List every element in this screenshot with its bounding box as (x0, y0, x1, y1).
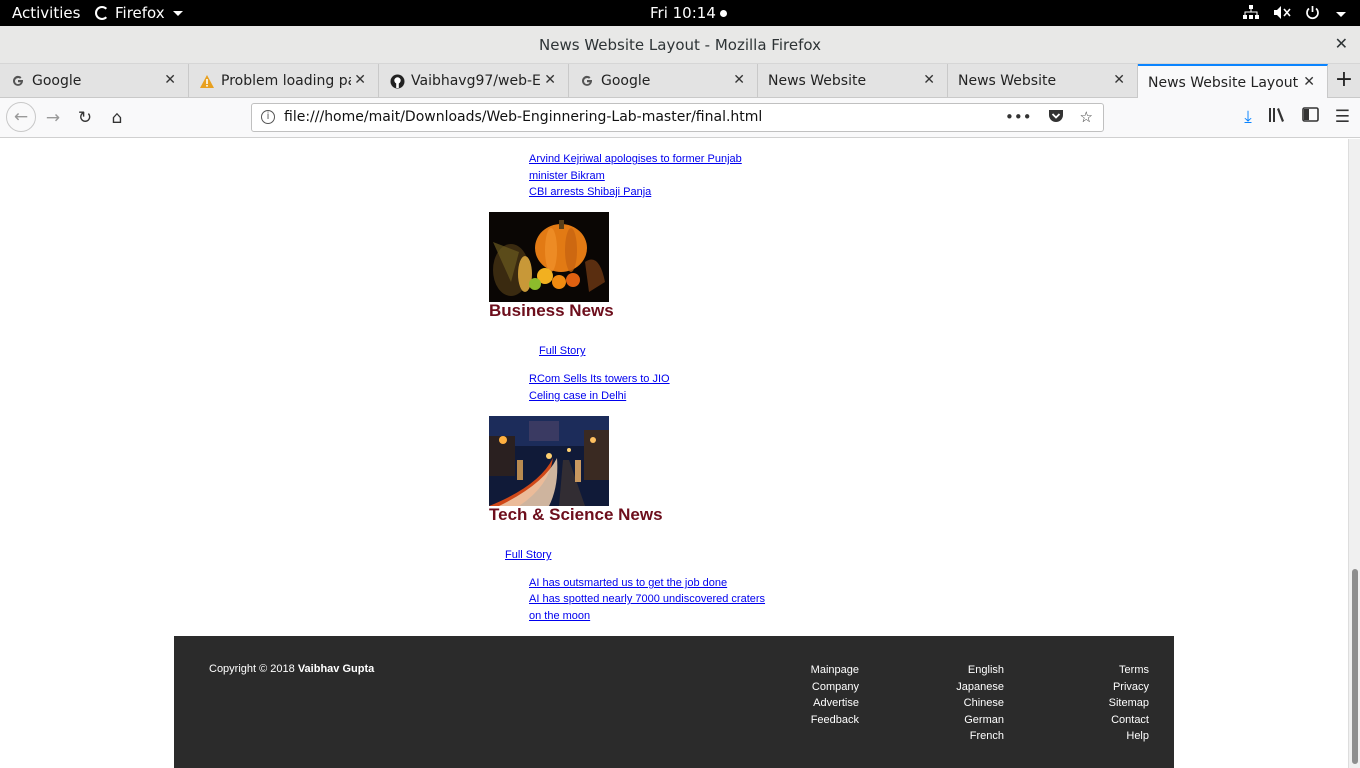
window-title: News Website Layout - Mozilla Firefox (539, 36, 821, 54)
hamburger-menu-icon[interactable]: ☰ (1335, 107, 1350, 128)
close-icon[interactable]: ✕ (354, 72, 366, 88)
tab-problem-loading[interactable]: Problem loading pag ✕ (189, 64, 379, 98)
clock[interactable]: Fri 10:14 (650, 4, 727, 22)
page-actions-icon[interactable]: ••• (1005, 108, 1032, 127)
google-icon (579, 73, 595, 89)
tech-full-story-link[interactable]: Full Story (505, 549, 551, 561)
vertical-scrollbar[interactable] (1348, 139, 1360, 768)
page-footer: Copyright © 2018 Vaibhav Gupta Mainpage … (174, 636, 1174, 768)
footer-link-contact[interactable]: Contact (1089, 712, 1149, 729)
close-icon[interactable]: ✕ (1113, 72, 1125, 88)
sidebar-icon[interactable] (1301, 107, 1319, 128)
url-text[interactable]: file:///home/mait/Downloads/Web-Enginner… (284, 109, 762, 125)
library-icon[interactable] (1268, 107, 1286, 128)
footer-link-mainpage[interactable]: Mainpage (794, 662, 859, 679)
close-icon[interactable]: ✕ (544, 72, 556, 88)
news-link[interactable]: CBI arrests Shibaji Panja (529, 186, 651, 198)
close-icon[interactable]: ✕ (733, 72, 745, 88)
footer-link-sitemap[interactable]: Sitemap (1089, 695, 1149, 712)
info-icon[interactable]: i (261, 110, 275, 124)
home-button[interactable]: ⌂ (105, 106, 129, 130)
notification-dot-icon (719, 9, 727, 17)
close-icon[interactable]: ✕ (164, 72, 176, 88)
footer-link-privacy[interactable]: Privacy (1089, 679, 1149, 696)
footer-link-chinese[interactable]: Chinese (944, 695, 1004, 712)
news-link[interactable]: AI has spotted nearly 7000 undiscovered … (529, 593, 765, 605)
network-icon (1243, 5, 1259, 24)
tab-google-2[interactable]: Google ✕ (569, 64, 758, 98)
close-icon[interactable]: ✕ (923, 72, 935, 88)
footer-link-terms[interactable]: Terms (1089, 662, 1149, 679)
news-link[interactable]: Arvind Kejriwal apologises to former Pun… (529, 153, 742, 165)
scrollbar-thumb[interactable] (1352, 569, 1358, 764)
tab-label: Vaibhavg97/web-En (411, 73, 541, 89)
tab-strip: Google ✕ Problem loading pag ✕ Vaibhavg9… (0, 64, 1360, 99)
footer-link-japanese[interactable]: Japanese (944, 679, 1004, 696)
business-full-story-link[interactable]: Full Story (539, 345, 585, 357)
window-close-button[interactable]: ✕ (1335, 34, 1348, 53)
copyright-text: Copyright © 2018 (209, 663, 295, 675)
tab-google[interactable]: Google ✕ (0, 64, 189, 98)
window-title-bar: News Website Layout - Mozilla Firefox ✕ (0, 26, 1360, 64)
tab-news-website-2[interactable]: News Website ✕ (948, 64, 1138, 98)
news-link[interactable]: on the moon (529, 610, 590, 622)
copyright-author: Vaibhav Gupta (297, 663, 375, 675)
tab-label: News Website Layout (1148, 74, 1299, 91)
chevron-down-icon (172, 10, 183, 16)
pocket-icon[interactable] (1048, 108, 1064, 127)
news-link[interactable]: minister Bikram (529, 170, 605, 182)
tab-github[interactable]: Vaibhavg97/web-En ✕ (379, 64, 569, 98)
activities-button[interactable]: Activities (12, 4, 80, 22)
github-icon (389, 73, 405, 89)
status-menu[interactable] (1243, 5, 1346, 24)
footer-column-site: Mainpage Company Advertise Feedback (794, 662, 859, 728)
tab-news-website[interactable]: News Website ✕ (758, 64, 948, 98)
copyright: Copyright © 2018 Vaibhav Gupta (209, 663, 374, 675)
footer-link-company[interactable]: Company (794, 679, 859, 696)
tab-label: News Website (768, 73, 867, 89)
new-tab-button[interactable]: + (1328, 64, 1360, 98)
tech-news-image (489, 416, 609, 506)
volume-muted-icon (1273, 5, 1291, 24)
power-icon (1305, 5, 1320, 24)
tab-label: News Website (958, 73, 1057, 89)
url-bar[interactable]: i file:///home/mait/Downloads/Web-Enginn… (251, 103, 1104, 132)
footer-link-feedback[interactable]: Feedback (794, 712, 859, 729)
footer-link-advertise[interactable]: Advertise (794, 695, 859, 712)
google-icon (10, 73, 26, 89)
business-news-heading: Business News (489, 301, 614, 320)
close-icon[interactable]: ✕ (1303, 74, 1315, 90)
system-top-bar: Activities Firefox Fri 10:14 (0, 0, 1360, 26)
footer-column-legal: Terms Privacy Sitemap Contact Help (1089, 662, 1149, 745)
clock-label: Fri 10:14 (650, 4, 716, 22)
reload-button[interactable]: ↻ (73, 106, 97, 130)
toolbar-right: ⤓ ☰ (1244, 107, 1350, 128)
app-menu-label: Firefox (115, 4, 165, 22)
firefox-icon (95, 6, 109, 20)
bookmark-star-icon[interactable]: ☆ (1080, 108, 1093, 127)
url-actions: ••• ☆ (1005, 108, 1093, 127)
footer-link-german[interactable]: German (944, 712, 1004, 729)
tab-news-website-layout[interactable]: News Website Layout ✕ (1138, 64, 1328, 99)
chevron-down-icon (1336, 12, 1346, 17)
footer-link-english[interactable]: English (944, 662, 1004, 679)
download-icon[interactable]: ⤓ (1244, 107, 1252, 128)
warning-icon (199, 73, 215, 89)
tab-label: Google (601, 73, 651, 89)
news-link[interactable]: Celing case in Delhi (529, 390, 626, 402)
navigation-toolbar: ← → ↻ ⌂ i file:///home/mait/Downloads/We… (0, 98, 1360, 138)
page-viewport: Arvind Kejriwal apologises to former Pun… (0, 139, 1348, 768)
news-link[interactable]: RCom Sells Its towers to JIO (529, 373, 670, 385)
news-link[interactable]: AI has outsmarted us to get the job done (529, 577, 727, 589)
tab-label: Problem loading pag (221, 73, 351, 89)
tech-news-heading: Tech & Science News (489, 505, 663, 524)
business-news-image (489, 212, 609, 302)
footer-column-languages: English Japanese Chinese German French (944, 662, 1004, 745)
footer-link-help[interactable]: Help (1089, 728, 1149, 745)
forward-button[interactable]: → (41, 106, 65, 130)
back-button[interactable]: ← (6, 102, 36, 132)
app-menu[interactable]: Firefox (95, 4, 183, 22)
footer-link-french[interactable]: French (944, 728, 1004, 745)
tab-label: Google (32, 73, 82, 89)
